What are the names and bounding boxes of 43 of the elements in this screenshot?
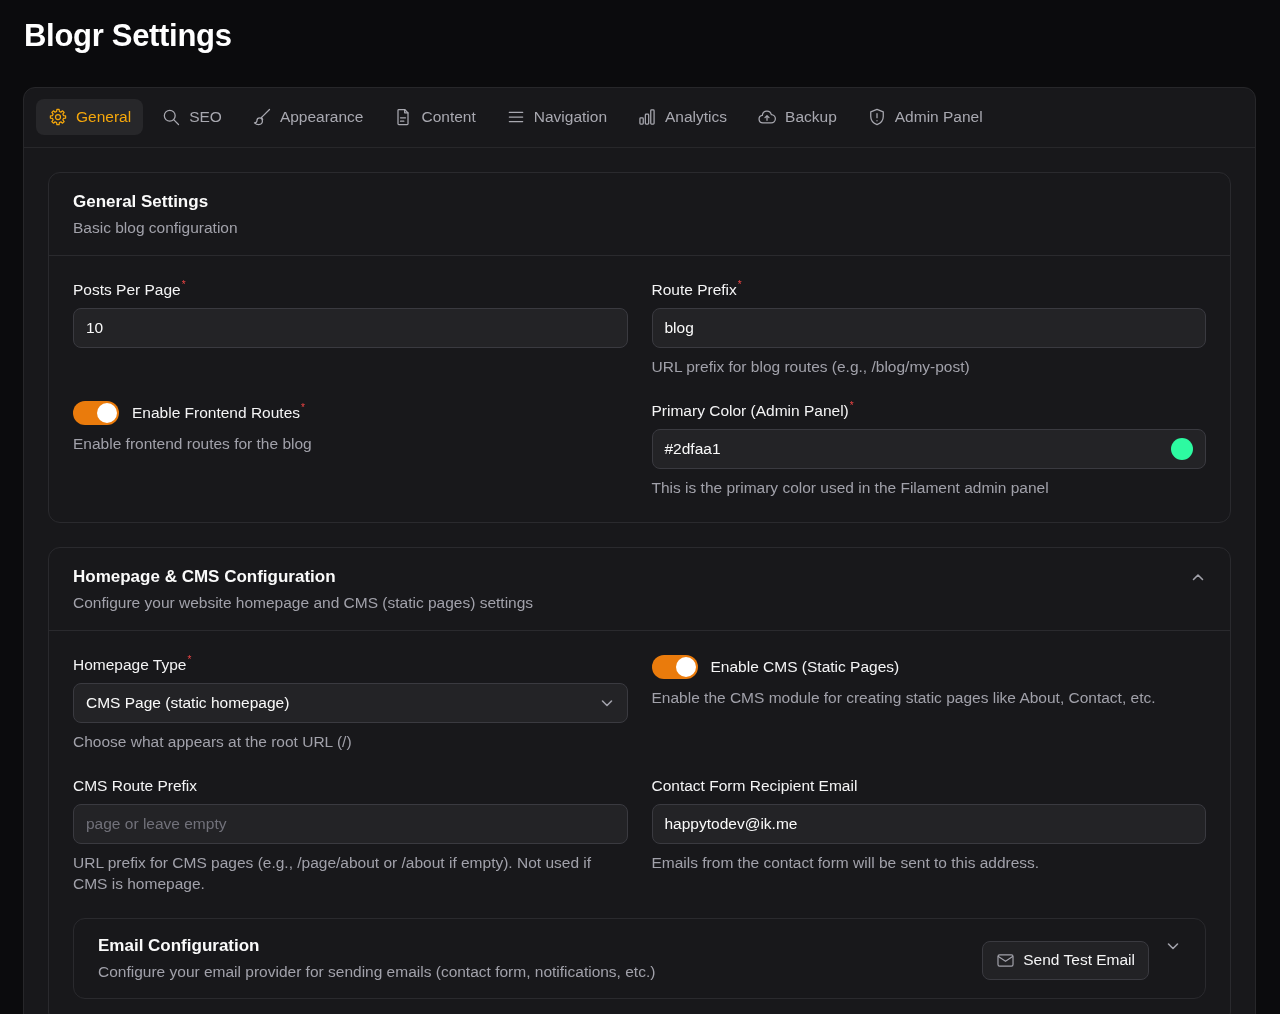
tab[interactable]: Content [381, 99, 488, 135]
field-label: Route Prefix$^{*}$ [651, 280, 743, 300]
field-label: Primary Color (Admin Panel)$^{*}$ [651, 401, 855, 421]
field-label: Enable Frontend Routes$^{*}$ [132, 403, 305, 423]
bar-chart-icon [637, 107, 658, 127]
toggle-switch[interactable] [73, 401, 119, 425]
section-title: General Settings [73, 191, 210, 213]
field-hint: URL prefix for blog routes (e.g., /blog/my-post) [651, 357, 971, 377]
toggle-switch[interactable] [651, 655, 698, 679]
gear-icon [48, 107, 68, 127]
field-label: Enable CMS (Static Pages) [710, 657, 900, 677]
color-field[interactable]: #2dfaa1 [651, 429, 1206, 469]
color-swatch-icon [1171, 438, 1193, 460]
field-hint: URL prefix for CMS pages (e.g., /page/about or /about if empty). Not used if CMS is homepage. [73, 853, 593, 894]
field-hint: Enable the CMS module for creating static pages like About, Contact, etc. [651, 688, 1157, 708]
field-hint: Enable frontend routes for the blog [73, 434, 313, 454]
section-description: Configure your email provider for sending emails (contact form, notifications, etc.) [98, 962, 657, 982]
tab[interactable]: Backup [745, 99, 849, 135]
send-test-email-button[interactable]: Send Test Email [982, 940, 1149, 980]
tab[interactable]: Analytics [625, 99, 740, 135]
tab[interactable]: Navigation [493, 99, 620, 135]
section-title: Email Configuration [98, 935, 261, 957]
tab[interactable]: SEO [149, 99, 234, 135]
section-description: Basic blog configuration [73, 218, 239, 238]
field-label: Posts Per Page$^{*}$ [73, 280, 187, 300]
field-hint: Choose what appears at the root URL (/) [73, 732, 353, 752]
field-label: Contact Form Recipient Email [651, 776, 859, 796]
page-title: Blogr Settings [24, 18, 233, 54]
tab[interactable]: Admin Panel [854, 99, 995, 135]
tab[interactable]: General [36, 99, 144, 135]
field-hint: This is the primary color used in the Filament admin panel [651, 478, 1050, 498]
tab[interactable]: Appearance [239, 99, 376, 135]
text-field[interactable]: 10 [73, 308, 628, 348]
section-title: Homepage & CMS Configuration [73, 566, 337, 588]
section-description: Configure your website homepage and CMS (static pages) settings [73, 593, 535, 613]
field-label: CMS Route Prefix [73, 776, 199, 796]
select-field[interactable]: CMS Page (static homepage) [73, 683, 628, 723]
text-field[interactable]: blog [651, 308, 1206, 348]
brush-icon [251, 107, 272, 127]
text-field[interactable]: happytodev@ik.me [651, 804, 1206, 844]
field-label: Homepage Type$^{*}$ [73, 655, 193, 675]
field-hint: Emails from the contact form will be sent to this address. [651, 853, 1041, 873]
search-icon [161, 107, 182, 127]
